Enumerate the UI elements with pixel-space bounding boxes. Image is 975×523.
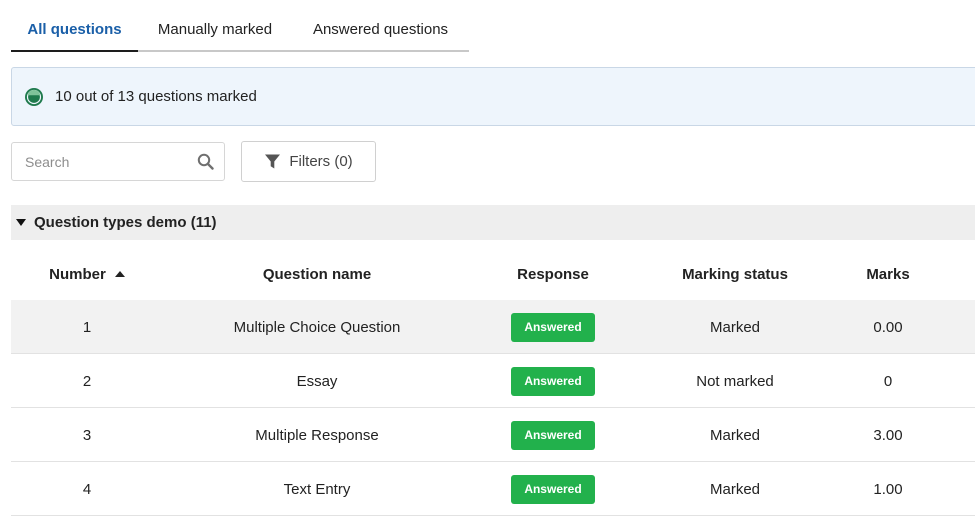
row-question-name[interactable]: Text Entry bbox=[163, 462, 471, 516]
progress-circle-icon bbox=[25, 87, 43, 106]
table-row[interactable]: 3 Multiple Response Answered Marked 3.00 bbox=[11, 408, 975, 462]
row-response: Answered bbox=[471, 300, 635, 354]
column-header-marking-status[interactable]: Marking status bbox=[635, 248, 835, 300]
caret-down-icon[interactable] bbox=[16, 218, 26, 227]
filters-button[interactable]: Filters (0) bbox=[241, 141, 376, 182]
table-row[interactable]: 4 Text Entry Answered Marked 1.00 bbox=[11, 462, 975, 516]
row-response: Answered bbox=[471, 354, 635, 408]
response-badge: Answered bbox=[511, 366, 595, 396]
search-input[interactable] bbox=[25, 153, 193, 170]
filters-label: Filters (0) bbox=[289, 153, 353, 170]
question-tabs: All questions Manually marked Answered q… bbox=[11, 8, 469, 52]
sort-ascending-icon[interactable] bbox=[114, 271, 125, 277]
response-badge: Answered bbox=[511, 420, 595, 450]
row-marking-status: Marked bbox=[709, 426, 761, 444]
filter-funnel-icon bbox=[265, 154, 281, 169]
group-title: Question types demo (11) bbox=[34, 214, 217, 231]
marking-progress-text: 10 out of 13 questions marked bbox=[55, 88, 257, 105]
table-row[interactable]: 1 Multiple Choice Question Answered Mark… bbox=[11, 300, 975, 354]
row-marks: 0 bbox=[883, 372, 893, 390]
group-header-question-types-demo[interactable]: Question types demo (11) bbox=[11, 205, 975, 240]
row-question-name[interactable]: Multiple Choice Question bbox=[163, 300, 471, 354]
marking-progress-banner: 10 out of 13 questions marked bbox=[11, 67, 975, 126]
row-marking-status: Not marked bbox=[696, 372, 774, 390]
row-marking-status: Marked bbox=[709, 318, 761, 336]
row-response: Answered bbox=[471, 462, 635, 516]
column-header-number[interactable]: Number bbox=[11, 248, 163, 300]
row-marks: 1.00 bbox=[873, 480, 903, 498]
questions-table: Number Question name Response Marking st… bbox=[11, 248, 975, 516]
row-number: 4 bbox=[82, 480, 92, 498]
row-question-name[interactable]: Multiple Response bbox=[163, 408, 471, 462]
row-number: 1 bbox=[82, 318, 92, 336]
row-question-name[interactable]: Essay bbox=[163, 354, 471, 408]
response-badge: Answered bbox=[511, 312, 595, 342]
row-marks: 3.00 bbox=[873, 426, 903, 444]
tab-answered-questions[interactable]: Answered questions bbox=[292, 8, 469, 50]
row-marking-status: Marked bbox=[709, 480, 761, 498]
column-header-question-name[interactable]: Question name bbox=[163, 248, 471, 300]
column-header-marks[interactable]: Marks bbox=[835, 248, 941, 300]
tab-all-questions[interactable]: All questions bbox=[11, 8, 138, 52]
row-response: Answered bbox=[471, 408, 635, 462]
search-icon[interactable] bbox=[197, 153, 214, 170]
column-header-response[interactable]: Response bbox=[471, 248, 635, 300]
response-badge: Answered bbox=[511, 474, 595, 504]
row-number: 3 bbox=[82, 426, 92, 444]
row-number: 2 bbox=[82, 372, 92, 390]
table-header-row: Number Question name Response Marking st… bbox=[11, 248, 975, 300]
table-row[interactable]: 2 Essay Answered Not marked 0 bbox=[11, 354, 975, 408]
row-marks: 0.00 bbox=[873, 318, 903, 336]
column-header-number-label: Number bbox=[49, 265, 106, 283]
tab-manually-marked[interactable]: Manually marked bbox=[138, 8, 292, 50]
search-box bbox=[11, 142, 225, 181]
